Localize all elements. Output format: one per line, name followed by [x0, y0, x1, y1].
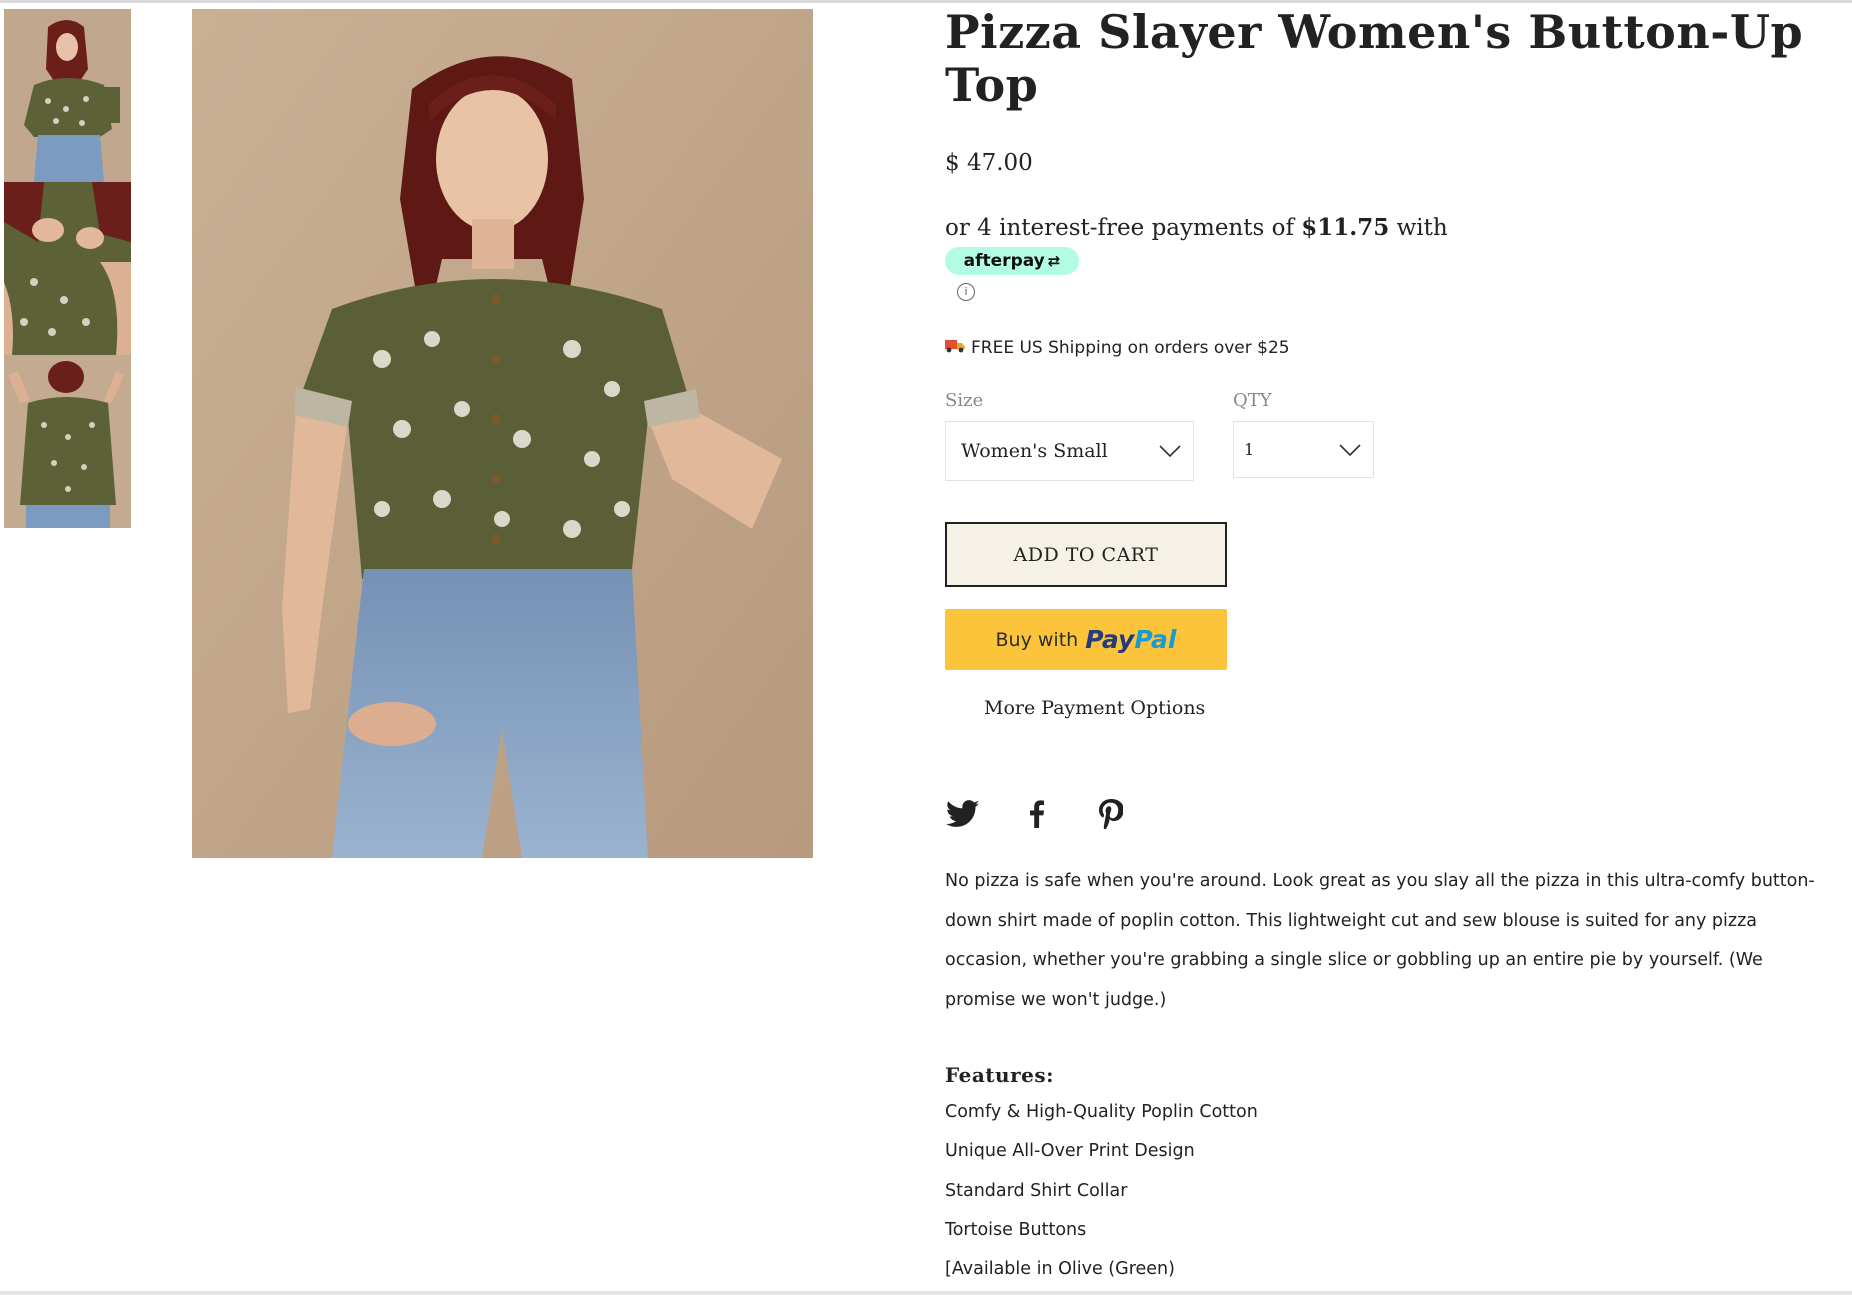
- top-divider: [0, 0, 1852, 3]
- qty-label: QTY: [1233, 390, 1272, 411]
- main-product-image[interactable]: [192, 9, 813, 858]
- truck-icon: [945, 338, 965, 358]
- feature-item: Standard Shirt Collar: [945, 1180, 1128, 1201]
- qty-select[interactable]: 1: [1233, 421, 1374, 478]
- more-payment-options-link[interactable]: More Payment Options: [984, 697, 1205, 719]
- afterpay-amount: $11.75: [1301, 214, 1390, 241]
- feature-item: Unique All-Over Print Design: [945, 1141, 1195, 1162]
- product-description: No pizza is safe when you're around. Loo…: [945, 871, 1815, 1010]
- thumbnail-gallery: [4, 9, 131, 528]
- twitter-icon[interactable]: [945, 796, 981, 832]
- feature-item: [Available in Olive (Green): [945, 1259, 1175, 1280]
- size-selected-value: Women's Small: [961, 440, 1108, 462]
- paypal-logo-pay: Pay: [1085, 625, 1135, 654]
- bottom-divider: [0, 1291, 1852, 1295]
- paypal-buy-label: Buy with: [995, 628, 1079, 651]
- thumbnail-detail[interactable]: [4, 182, 131, 355]
- add-to-cart-button[interactable]: ADD TO CART: [945, 522, 1227, 587]
- afterpay-suffix: with: [1389, 215, 1448, 241]
- afterpay-prefix: or 4 interest-free payments of: [945, 215, 1302, 241]
- feature-item: Tortoise Buttons: [945, 1219, 1087, 1240]
- facebook-icon[interactable]: [1019, 796, 1055, 832]
- paypal-button[interactable]: Buy with Pay Pal: [945, 609, 1227, 670]
- product-title: Pizza Slayer Women's Button-Up Top: [945, 5, 1804, 112]
- afterpay-logo[interactable]: afterpay ⇄: [945, 247, 1079, 275]
- features-list: Comfy & High-Quality Poplin Cotton Uniqu…: [945, 1093, 1825, 1289]
- chevron-down-icon: [1159, 445, 1181, 457]
- info-icon[interactable]: i: [957, 283, 975, 301]
- chevron-down-icon: [1339, 443, 1361, 456]
- pinterest-icon[interactable]: [1093, 796, 1129, 832]
- paypal-logo-pal: Pal: [1134, 625, 1177, 654]
- afterpay-arrows-icon: ⇄: [1047, 252, 1061, 270]
- thumbnail-front[interactable]: [4, 9, 131, 182]
- product-price: $ 47.00: [945, 150, 1033, 176]
- afterpay-brand: afterpay: [963, 251, 1045, 271]
- thumbnail-back[interactable]: [4, 355, 131, 528]
- features-heading: Features:: [945, 1063, 1054, 1087]
- social-share: [945, 796, 1129, 832]
- shipping-note: FREE US Shipping on orders over $25: [945, 338, 1290, 358]
- shipping-text: FREE US Shipping on orders over $25: [971, 338, 1290, 358]
- feature-item: Comfy & High-Quality Poplin Cotton: [945, 1102, 1258, 1122]
- size-select[interactable]: Women's Small: [945, 421, 1194, 481]
- qty-selected-value: 1: [1244, 440, 1255, 459]
- size-label: Size: [945, 390, 984, 411]
- afterpay-message: or 4 interest-free payments of $11.75 wi…: [945, 214, 1448, 241]
